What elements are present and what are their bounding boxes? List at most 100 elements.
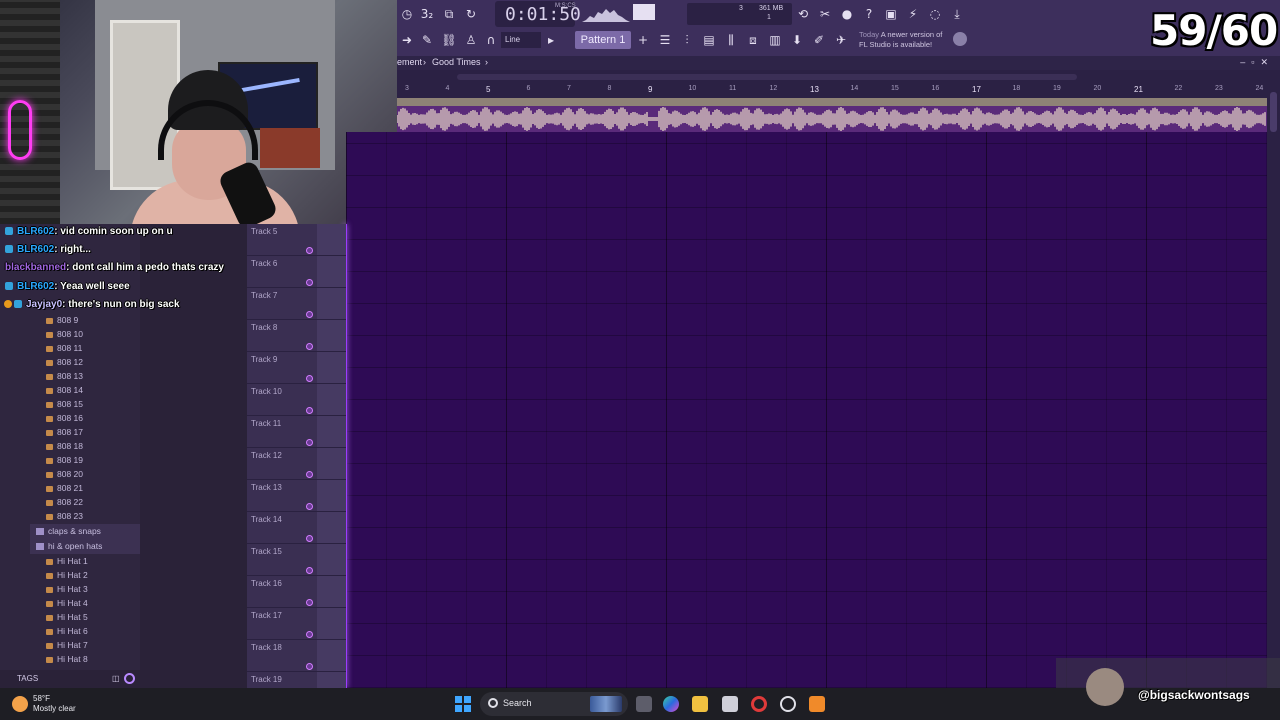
track-mute-button[interactable] (306, 631, 313, 638)
browser-sample-item[interactable]: Hi Hat 8 (46, 652, 88, 666)
tags-label[interactable]: TAGS (17, 674, 38, 683)
cut-icon[interactable]: ✂ (815, 4, 835, 24)
browser-sample-item[interactable]: 808 12 (46, 355, 83, 369)
brush-icon[interactable]: ✐ (809, 30, 829, 50)
browser-sample-item[interactable]: 808 22 (46, 495, 83, 509)
metronome-icon[interactable]: ◷ (397, 4, 417, 24)
microphone-icon[interactable]: ● (837, 4, 857, 24)
track-mute-button[interactable] (306, 471, 313, 478)
magnet-icon[interactable]: ∩ (481, 30, 501, 50)
piano-roll-icon[interactable]: ⫶ (677, 30, 697, 50)
chat-icon[interactable]: ◌ (925, 4, 945, 24)
stamp-icon[interactable]: ♙ (461, 30, 481, 50)
track-mute-button[interactable] (306, 599, 313, 606)
browser-sample-item[interactable]: 808 23 (46, 509, 83, 523)
chat-username[interactable]: blackbanned (5, 262, 66, 273)
clipboard-icon[interactable]: ▥ (765, 30, 785, 50)
master-volume-icon[interactable] (633, 4, 655, 20)
track-header[interactable]: Track 7 (247, 288, 346, 320)
channel-rack-icon[interactable]: ▤ (699, 30, 719, 50)
chat-username[interactable]: BLR602 (17, 281, 54, 292)
browser-sample-item[interactable]: Hi Hat 7 (46, 638, 88, 652)
browser-icon[interactable]: ⧈ (743, 30, 763, 50)
news-panel[interactable]: Today A newer version of FL Studio is av… (859, 30, 942, 50)
download-icon[interactable]: ⤓ (947, 4, 967, 24)
playlist-grid[interactable] (346, 132, 1267, 688)
track-header[interactable]: Track 8 (247, 320, 346, 352)
browser-sample-item[interactable]: 808 18 (46, 439, 83, 453)
browser-sample-item[interactable]: Hi Hat 4 (46, 596, 88, 610)
tag-toggle-icon[interactable]: ◫ (112, 674, 120, 683)
breadcrumb-parent[interactable]: ement (397, 57, 422, 67)
browser-sample-item[interactable]: 808 17 (46, 425, 83, 439)
breadcrumb-song[interactable]: Good Times (432, 57, 481, 67)
fl-studio-icon[interactable] (809, 696, 825, 712)
pattern-selector[interactable]: Pattern 1 (575, 31, 631, 49)
news-badge-icon[interactable] (953, 32, 967, 46)
browser-sample-item[interactable]: Hi Hat 6 (46, 624, 88, 638)
browser-sample-item[interactable]: 808 9 (46, 313, 78, 327)
timeline-ruler[interactable]: 3 4 5 6 7 8 9 10 11 12 13 14 15 16 17 18 19 20 21 22 23 24 (397, 84, 1267, 98)
save-icon[interactable]: ▣ (881, 4, 901, 24)
track-header[interactable]: Track 13 (247, 480, 346, 512)
browser-folder-hats[interactable]: hi & open hats (30, 539, 140, 554)
mixer-icon[interactable]: ⫼ (721, 30, 741, 50)
obs-icon[interactable] (780, 696, 796, 712)
track-header[interactable]: Track 9 (247, 352, 346, 384)
browser-sample-item[interactable]: Hi Hat 2 (46, 568, 88, 582)
vertical-scrollbar[interactable] (1267, 84, 1280, 688)
track-mute-button[interactable] (306, 247, 313, 254)
chat-username[interactable]: BLR602 (17, 226, 54, 237)
track-mute-button[interactable] (306, 407, 313, 414)
vscroll-thumb[interactable] (1270, 92, 1277, 132)
task-view-icon[interactable] (636, 696, 652, 712)
browser-sample-item[interactable]: 808 16 (46, 411, 83, 425)
audio-clip-header[interactable] (397, 98, 1267, 106)
play-pattern-icon[interactable]: ▸ (541, 30, 561, 50)
window-controls[interactable]: –▫✕ (1240, 57, 1274, 68)
track-mute-button[interactable] (306, 567, 313, 574)
step-edit-icon[interactable]: 3₂ (417, 4, 437, 24)
track-mute-button[interactable] (306, 503, 313, 510)
track-mute-button[interactable] (306, 375, 313, 382)
track-mute-button[interactable] (306, 535, 313, 542)
help-icon[interactable]: ? (859, 4, 879, 24)
track-header[interactable]: Track 10 (247, 384, 346, 416)
playlist-icon[interactable]: ☰ (655, 30, 675, 50)
track-header[interactable]: Track 12 (247, 448, 346, 480)
browser-folder-claps[interactable]: claps & snaps (30, 524, 140, 539)
blend-icon[interactable]: ⧉ (439, 4, 459, 24)
track-header[interactable]: Track 6 (247, 256, 346, 288)
snap-select[interactable]: Line (501, 32, 541, 48)
taskbar-search[interactable]: Search (480, 692, 628, 716)
track-header[interactable]: Track 17 (247, 608, 346, 640)
browser-sample-item[interactable]: 808 11 (46, 341, 82, 355)
browser-sample-item[interactable]: Hi Hat 1 (46, 554, 88, 568)
pencil-icon[interactable]: ✎ (417, 30, 437, 50)
track-mute-button[interactable] (306, 439, 313, 446)
copilot-icon[interactable] (663, 696, 679, 712)
track-header[interactable]: Track 16 (247, 576, 346, 608)
chat-username[interactable]: BLR602 (17, 244, 54, 255)
horizontal-scrollbar[interactable] (397, 70, 1280, 84)
audio-clip[interactable] (396, 106, 1267, 132)
file-explorer-icon[interactable] (692, 696, 708, 712)
store-icon[interactable] (722, 696, 738, 712)
track-mute-button[interactable] (306, 343, 313, 350)
browser-sample-item[interactable]: 808 19 (46, 453, 83, 467)
track-mute-button[interactable] (306, 311, 313, 318)
browser-sample-item[interactable]: Hi Hat 5 (46, 610, 88, 624)
browser-sample-item[interactable]: 808 21 (46, 481, 83, 495)
track-mute-button[interactable] (306, 663, 313, 670)
arrow-right-icon[interactable]: ➜ (397, 30, 417, 50)
add-pattern-icon[interactable]: + (633, 30, 653, 50)
track-header[interactable]: Track 14 (247, 512, 346, 544)
undo-history-icon[interactable]: ⟲ (793, 4, 813, 24)
windows-start-icon[interactable] (455, 696, 471, 712)
track-header[interactable]: Track 11 (247, 416, 346, 448)
track-header[interactable]: Track 15 (247, 544, 346, 576)
track-header[interactable]: Track 5 (247, 224, 346, 256)
track-header[interactable]: Track 18 (247, 640, 346, 672)
plug-icon[interactable]: ⬇ (787, 30, 807, 50)
track-mute-button[interactable] (306, 279, 313, 286)
